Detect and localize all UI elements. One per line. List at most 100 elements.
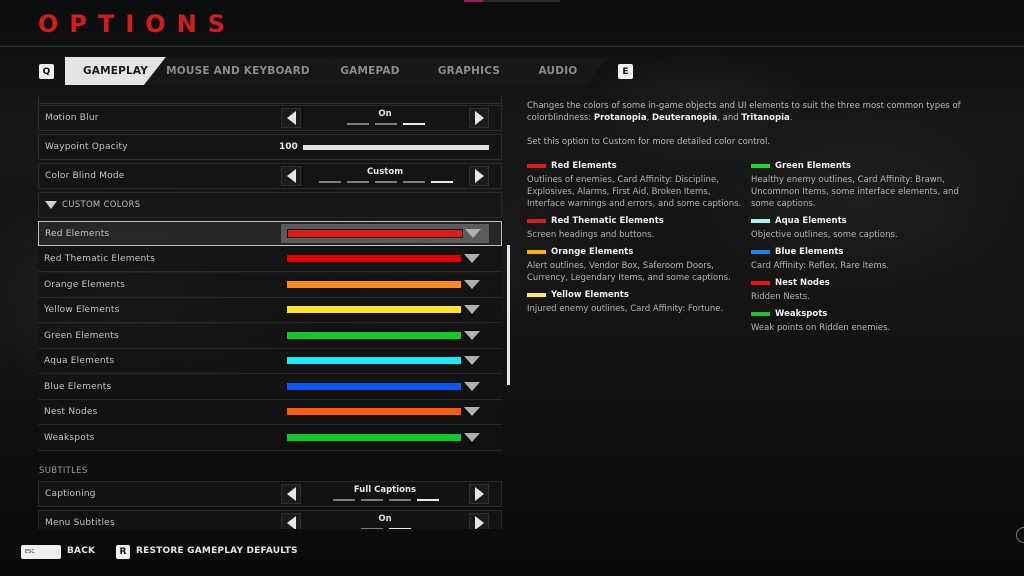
tab-mouse-and-keyboard[interactable]: MOUSE AND KEYBOARD <box>144 57 332 85</box>
color-row-aqua-elements[interactable]: Aqua Elements <box>38 349 502 374</box>
color-row-blue-elements[interactable]: Blue Elements <box>38 375 502 400</box>
arrow-left-icon <box>286 111 296 125</box>
info-hint: Set this option to Custom for more detai… <box>527 137 771 147</box>
setting-label: Captioning <box>45 489 96 499</box>
selector-value: On <box>378 109 392 119</box>
next-option-button[interactable] <box>469 513 489 529</box>
esc-key-icon[interactable]: ESC <box>21 545 61 559</box>
section-title: CUSTOM COLORS <box>62 200 141 210</box>
legend-text: Weak points on Ridden enemies. <box>751 323 891 333</box>
color-dropdown[interactable] <box>281 224 489 243</box>
legend-column-right: Green Elements Healthy enemy outlines, C… <box>751 159 966 338</box>
dropdown-caret-icon <box>464 407 480 416</box>
option-pips <box>333 499 439 501</box>
color-row-weakspots[interactable]: Weakspots <box>38 426 502 451</box>
color-row-yellow-elements[interactable]: Yellow Elements <box>38 298 502 323</box>
legend-title: Nest Nodes <box>751 276 966 289</box>
legend-title: Red Elements <box>527 159 742 172</box>
legend-swatch <box>751 249 770 254</box>
legend-item: Orange Elements Alert outlines, Vendor B… <box>527 245 742 284</box>
legend-item: Aqua Elements Objective outlines, some c… <box>751 214 966 241</box>
term-tritanopia: Tritanopia <box>741 113 790 123</box>
setting-waypoint-opacity: Waypoint Opacity 100 <box>38 134 502 160</box>
color-row-green-elements[interactable]: Green Elements <box>38 324 502 349</box>
option-pips <box>347 123 425 125</box>
legend-title-text: Green Elements <box>775 160 851 171</box>
legend-swatch <box>751 280 770 285</box>
legend-swatch <box>751 311 770 316</box>
arrow-right-icon <box>474 111 484 125</box>
term-protanopia: Protanopia <box>593 113 647 123</box>
color-swatch <box>286 407 462 416</box>
legend-text: Ridden Nests. <box>751 292 810 302</box>
previous-option-button[interactable] <box>281 513 301 529</box>
color-swatch <box>286 331 462 340</box>
legend-title: Blue Elements <box>751 245 966 258</box>
arrow-left-icon <box>286 169 296 183</box>
option-pip-selected <box>403 123 425 125</box>
legend-title-text: Red Thematic Elements <box>551 215 664 226</box>
dropdown-caret-icon <box>465 229 481 238</box>
next-option-button[interactable] <box>469 484 489 504</box>
info-panel: Changes the colors of some in-game objec… <box>527 100 977 333</box>
subtitles-section-title: SUBTITLES <box>39 466 88 476</box>
color-dropdown[interactable] <box>280 249 488 268</box>
option-pip <box>333 499 355 501</box>
r-key-icon[interactable]: R <box>116 545 130 559</box>
legend-text: Outlines of enemies, Card Affinity: Disc… <box>527 175 742 209</box>
waypoint-opacity-slider[interactable] <box>303 145 489 150</box>
footer-bar: ESC BACK R RESTORE GAMEPLAY DEFAULTS <box>0 544 700 560</box>
top-progress-bar <box>464 0 560 2</box>
color-row-orange-elements[interactable]: Orange Elements <box>38 273 502 298</box>
legend-title: Yellow Elements <box>527 288 742 301</box>
color-swatch <box>286 305 462 314</box>
option-pip <box>319 181 341 183</box>
back-button[interactable]: BACK <box>67 546 95 556</box>
custom-colors-section-toggle[interactable]: CUSTOM COLORS <box>38 192 502 218</box>
setting-color-blind-mode[interactable]: Color Blind Mode Custom <box>38 163 502 189</box>
color-label: Blue Elements <box>44 382 112 392</box>
prev-tab-key-icon[interactable]: Q <box>39 64 54 79</box>
color-row-red-thematic-elements[interactable]: Red Thematic Elements <box>38 247 502 272</box>
color-dropdown[interactable] <box>280 428 488 447</box>
collapse-triangle-icon <box>45 201 57 209</box>
next-option-button[interactable] <box>469 108 489 128</box>
next-option-button[interactable] <box>469 166 489 186</box>
option-pip-selected <box>431 181 453 183</box>
color-row-nest-nodes[interactable]: Nest Nodes <box>38 400 502 425</box>
restore-defaults-button[interactable]: RESTORE GAMEPLAY DEFAULTS <box>136 546 298 556</box>
setting-row-partial <box>38 96 502 104</box>
color-dropdown[interactable] <box>280 402 488 421</box>
settings-scrollbar[interactable] <box>507 245 510 385</box>
next-tab-key-icon[interactable]: E <box>618 64 633 79</box>
legend-title-text: Blue Elements <box>775 246 844 257</box>
selector-value: Full Captions <box>353 485 417 495</box>
tab-bar: Q GAMEPLAY MOUSE AND KEYBOARD GAMEPAD GR… <box>0 57 1024 85</box>
slider-fill <box>303 145 489 150</box>
color-dropdown[interactable] <box>280 377 488 396</box>
color-dropdown[interactable] <box>280 275 488 294</box>
color-dropdown[interactable] <box>280 300 488 319</box>
previous-option-button[interactable] <box>281 108 301 128</box>
setting-motion-blur[interactable]: Motion Blur On <box>38 105 502 131</box>
info-description: Changes the colors of some in-game objec… <box>527 100 977 124</box>
setting-label: Motion Blur <box>45 113 99 123</box>
color-swatch <box>286 254 462 263</box>
option-pip <box>375 181 397 183</box>
slider-value: 100 <box>279 142 298 152</box>
option-pip <box>347 181 369 183</box>
previous-option-button[interactable] <box>281 166 301 186</box>
setting-captioning[interactable]: Captioning Full Captions <box>38 481 502 507</box>
option-pip-selected <box>417 499 439 501</box>
color-dropdown[interactable] <box>280 351 488 370</box>
legend-text: Card Affinity: Reflex, Rare Items. <box>751 261 889 271</box>
legend-swatch <box>527 163 546 168</box>
color-row-red-elements[interactable]: Red Elements <box>38 221 502 246</box>
color-label: Aqua Elements <box>44 356 115 366</box>
color-label: Green Elements <box>44 331 119 341</box>
setting-menu-subtitles[interactable]: Menu Subtitles On <box>38 510 502 529</box>
color-label: Yellow Elements <box>44 305 120 315</box>
option-pip <box>347 123 369 125</box>
color-dropdown[interactable] <box>280 326 488 345</box>
previous-option-button[interactable] <box>281 484 301 504</box>
